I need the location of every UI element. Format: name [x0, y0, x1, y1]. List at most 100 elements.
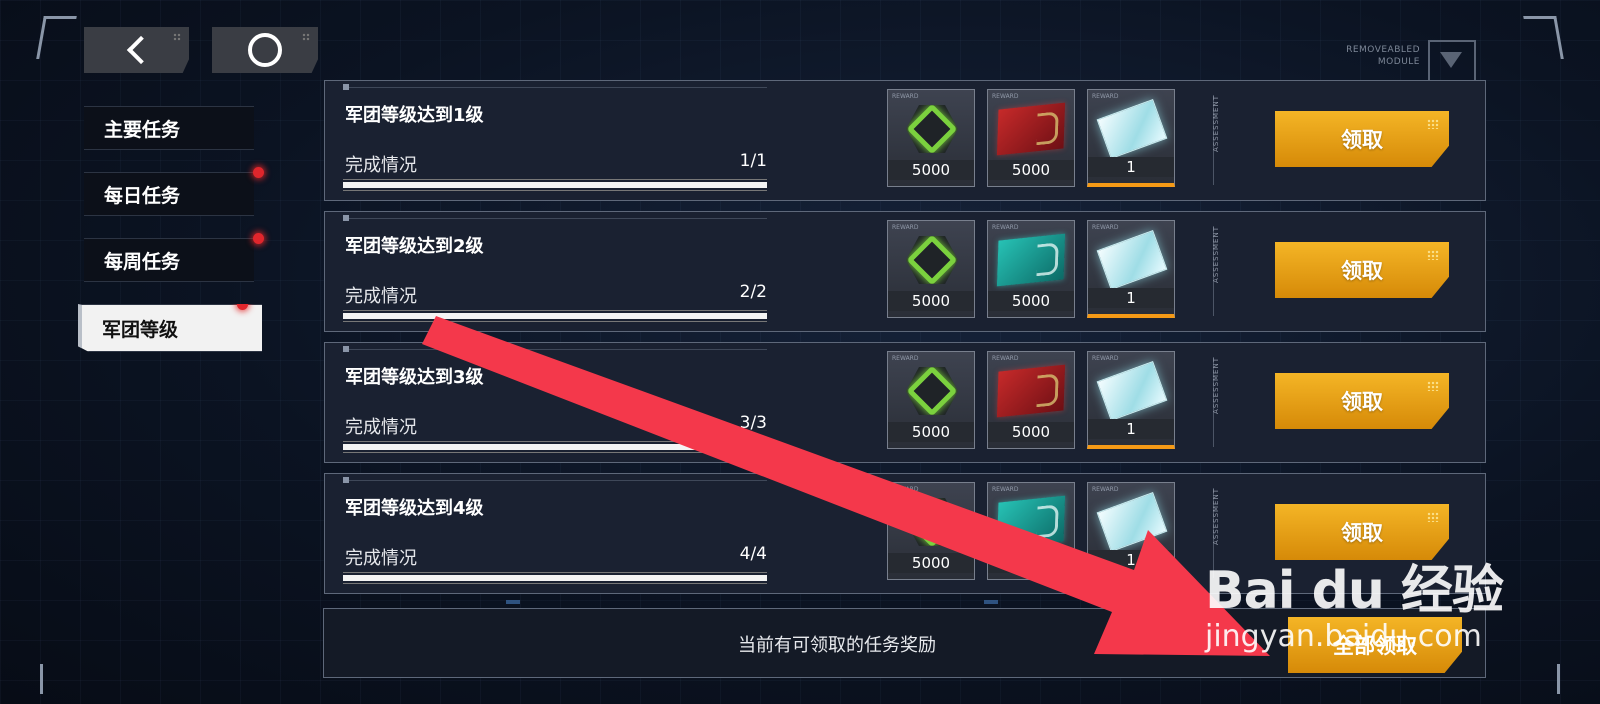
sidebar-item-label: 每周任务: [104, 250, 181, 273]
progress-bar: [343, 310, 767, 322]
scroll-mark: [506, 600, 520, 604]
progress-value: 4/4: [739, 544, 767, 564]
home-ring-icon: [248, 33, 282, 67]
reward-tag: REWARD: [1092, 224, 1119, 231]
reward-item[interactable]: REWARD 1: [1087, 482, 1175, 580]
assessment-label: ASSESSMENT: [1212, 488, 1220, 545]
task-list: 军团等级达到1级 完成情况 1/1 REWARD 5000 REWARD 500…: [324, 80, 1486, 604]
sidebar-item-weekly-missions[interactable]: 每周任务: [84, 233, 264, 282]
reward-tag: REWARD: [992, 355, 1019, 362]
back-chevron-icon: [126, 35, 155, 65]
progress-label: 完成情况: [345, 548, 417, 569]
red-chip-icon: [996, 364, 1066, 418]
reward-item[interactable]: REWARD 5000: [987, 482, 1075, 580]
reward-count: 5000: [988, 291, 1074, 311]
reward-count: 5000: [988, 422, 1074, 442]
claim-button[interactable]: 领取: [1275, 373, 1449, 429]
reward-item[interactable]: REWARD 1: [1087, 351, 1175, 449]
progress-fill: [343, 313, 767, 319]
assessment-label: ASSESSMENT: [1212, 226, 1220, 283]
sidebar-item-daily-missions[interactable]: 每日任务: [84, 167, 264, 216]
home-button[interactable]: [212, 27, 318, 73]
progress-bar: [343, 572, 767, 584]
dots-decoration: [1427, 119, 1439, 129]
teal-chip-icon: [996, 233, 1066, 287]
reward-list: REWARD 5000 REWARD 5000 REWARD 1: [887, 482, 1175, 580]
progress-label: 完成情况: [345, 417, 417, 438]
reward-count: 5000: [988, 553, 1074, 573]
task-header-line: [343, 84, 767, 90]
reward-count: 5000: [888, 422, 974, 442]
task-title: 军团等级达到3级: [345, 367, 484, 388]
claim-button-label: 领取: [1341, 128, 1383, 152]
sidebar-item-main-missions[interactable]: 主要任务: [84, 106, 254, 150]
reward-item[interactable]: REWARD 5000: [887, 351, 975, 449]
sidebar-item-legion-level[interactable]: 军团等级: [78, 304, 262, 352]
triangle-badge: [1428, 40, 1476, 82]
claim-button-label: 领取: [1341, 390, 1383, 414]
reward-list: REWARD 5000 REWARD 5000 REWARD 1: [887, 89, 1175, 187]
reward-list: REWARD 5000 REWARD 5000 REWARD 1: [887, 220, 1175, 318]
reward-count: 5000: [888, 553, 974, 573]
reward-item[interactable]: REWARD 5000: [887, 89, 975, 187]
module-label: REMOVEABLED MODULE: [1346, 44, 1420, 68]
progress-bar: [343, 179, 767, 191]
progress-fill: [343, 182, 767, 188]
module-label-line: REMOVEABLED: [1346, 45, 1420, 55]
card-icon: [1096, 492, 1168, 552]
frame-corner: [40, 664, 73, 694]
red-chip-icon: [996, 102, 1066, 156]
progress-label: 完成情况: [345, 286, 417, 307]
reward-tag: REWARD: [892, 486, 919, 493]
reward-count: 5000: [988, 160, 1074, 180]
frame-corner: [1527, 664, 1560, 694]
reward-count: 1: [1088, 288, 1174, 308]
task-header-line: [343, 215, 767, 221]
claim-button-label: 领取: [1341, 521, 1383, 545]
reward-tag: REWARD: [892, 224, 919, 231]
assessment-divider: ASSESSMENT: [1212, 226, 1220, 316]
alert-dot: [253, 233, 264, 244]
assessment-label: ASSESSMENT: [1212, 357, 1220, 414]
back-button[interactable]: [84, 27, 189, 73]
card-icon: [1096, 361, 1168, 421]
progress-fill: [343, 444, 767, 450]
reward-list: REWARD 5000 REWARD 5000 REWARD 1: [887, 351, 1175, 449]
reward-item[interactable]: REWARD 5000: [887, 482, 975, 580]
card-icon: [1096, 99, 1168, 159]
claim-button[interactable]: 领取: [1275, 111, 1449, 167]
task-header-line: [343, 346, 767, 352]
progress-fill: [343, 575, 767, 581]
dots-decoration: [173, 33, 181, 41]
reward-item[interactable]: REWARD 1: [1087, 220, 1175, 318]
reward-tag: REWARD: [992, 486, 1019, 493]
reward-item[interactable]: REWARD 5000: [987, 89, 1075, 187]
scroll-mark: [984, 600, 998, 604]
reward-tag: REWARD: [992, 93, 1019, 100]
teal-chip-icon: [996, 495, 1066, 549]
reward-tag: REWARD: [892, 355, 919, 362]
progress-value: 1/1: [739, 151, 767, 171]
gem-icon: [906, 498, 958, 546]
gem-icon: [906, 367, 958, 415]
gem-icon: [906, 236, 958, 284]
reward-item[interactable]: REWARD 5000: [887, 220, 975, 318]
reward-count: 1: [1088, 550, 1174, 570]
reward-tag: REWARD: [892, 93, 919, 100]
alert-dot: [237, 304, 248, 310]
task-row: 军团等级达到2级 完成情况 2/2 REWARD 5000 REWARD 500…: [324, 211, 1486, 332]
watermark-brand: Bai du 经验: [1205, 561, 1504, 621]
assessment-divider: ASSESSMENT: [1212, 95, 1220, 185]
reward-item[interactable]: REWARD 5000: [987, 351, 1075, 449]
claim-button[interactable]: 领取: [1275, 242, 1449, 298]
sidebar-item-label: 每日任务: [104, 184, 181, 207]
progress-value: 2/2: [739, 282, 767, 302]
progress-bar: [343, 441, 767, 453]
task-header-line: [343, 477, 767, 483]
reward-item[interactable]: REWARD 5000: [987, 220, 1075, 318]
reward-count: 1: [1088, 419, 1174, 439]
reward-tag: REWARD: [1092, 93, 1119, 100]
reward-count: 5000: [888, 160, 974, 180]
progress-label: 完成情况: [345, 155, 417, 176]
reward-item[interactable]: REWARD 1: [1087, 89, 1175, 187]
